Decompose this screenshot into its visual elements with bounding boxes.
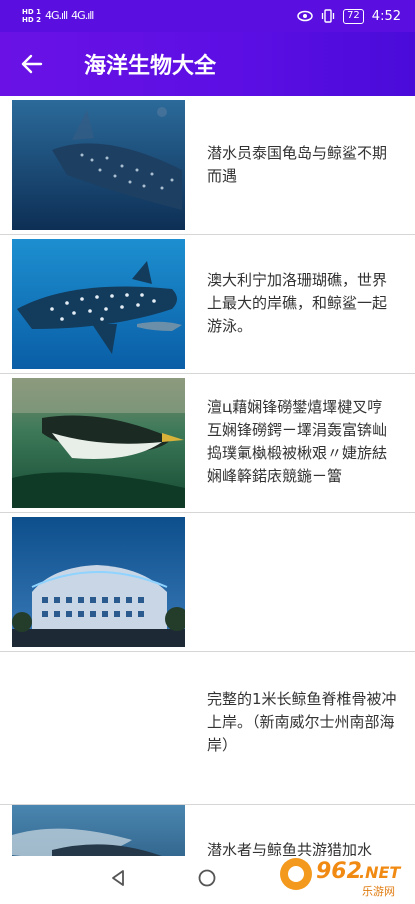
triangle-back-icon (112, 870, 124, 886)
item-title: 完整的1米长鲸鱼脊椎骨被冲上岸。（新南威尔士州南部海岸） (207, 690, 397, 754)
hd2-label: HD 2 (22, 16, 41, 24)
whale-shark-reef-photo (12, 239, 185, 369)
vibrate-icon (321, 9, 335, 23)
signal-2-icon: 4G.ıll (71, 9, 94, 22)
watermark-logo: 962 .NET 乐游网 (276, 838, 412, 900)
whale-shark-photo (12, 100, 185, 230)
status-right: 72 4:52 (297, 8, 401, 24)
list-item[interactable] (0, 513, 415, 652)
arrow-left-icon (21, 54, 43, 74)
watermark-net: .NET (359, 863, 401, 882)
watermark-brand: 962 (316, 859, 362, 884)
watermark-sub: 乐游网 (362, 885, 395, 898)
status-bar: HD 1 HD 2 4G.ıll 4G.ıll 72 4:52 (0, 0, 415, 32)
clock: 4:52 (371, 8, 401, 24)
nav-back-button[interactable] (104, 864, 132, 892)
diver-whale-photo (12, 805, 185, 856)
circle-home-icon (198, 869, 216, 887)
ocean-park-hotel-photo (12, 517, 185, 647)
nav-home-button[interactable] (193, 864, 221, 892)
list-item[interactable]: 完整的1米长鲸鱼脊椎骨被冲上岸。（新南威尔士州南部海岸） (0, 652, 415, 805)
hd1-label: HD 1 (22, 8, 41, 16)
list-item[interactable]: 澶ц藉娴锋磱鐢熺墿楗叉哼互娴锋磱鍔ㄧ墿涓轰富锛屾捣璞氭槸椴被楸艰〃婕旂紶娴峰簳鍩… (0, 374, 415, 513)
signal-area: HD 1 HD 2 4G.ıll 4G.ıll (22, 8, 94, 24)
app-bar: 海洋生物大全 (0, 32, 415, 96)
signal-1-icon: 4G.ıll (44, 9, 68, 22)
list-item[interactable]: 澳大利宁加洛珊瑚礁，世界上最大的岸礁，和鲸鲨一起游泳。 (0, 235, 415, 374)
item-title: 潜水员泰国龟岛与鲸鲨不期而遇 (207, 144, 388, 185)
battery-icon: 72 (343, 8, 364, 24)
eye-icon (297, 10, 313, 22)
page-title: 海洋生物大全 (84, 54, 217, 79)
back-button[interactable] (0, 32, 64, 96)
item-title: 澳大利宁加洛珊瑚礁，世界上最大的岸礁，和鲸鲨一起游泳。 (207, 271, 388, 335)
article-list[interactable]: 潜水员泰国龟岛与鲸鲨不期而遇 澳大利宁加洛珊瑚礁，世界上最大的岸礁，和鲸鲨一起游… (0, 96, 415, 856)
item-title: 澶ц藉娴锋磱鐢熺墿楗叉哼互娴锋磱鍔ㄧ墿涓轰富锛屾捣璞氭槸椴被楸艰〃婕旂紶娴峰簳鍩… (207, 398, 388, 485)
hd-indicator: HD 1 HD 2 (22, 8, 41, 24)
list-item[interactable]: 潜水员泰国龟岛与鲸鲨不期而遇 (0, 96, 415, 235)
penguin-aquarium-photo (12, 378, 185, 508)
